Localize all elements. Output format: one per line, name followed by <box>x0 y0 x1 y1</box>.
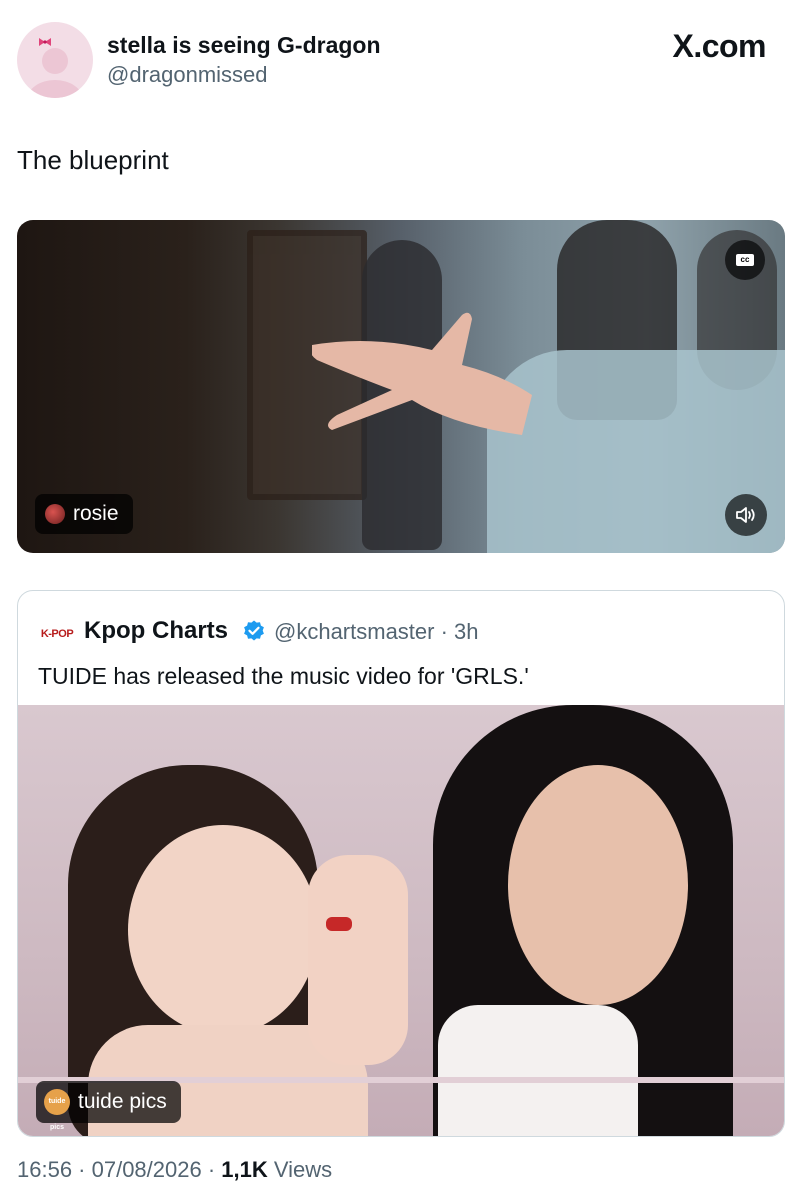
captions-button[interactable]: cc <box>725 240 765 280</box>
quoted-author-handle-time: @kchartsmaster · 3h <box>274 619 479 644</box>
quoted-tweet[interactable]: K-POP Kpop Charts @kchartsmaster · 3h TU… <box>17 590 785 1137</box>
tweet-metadata: 16:56 · 07/08/2026 · 1,1K Views <box>17 1157 332 1183</box>
quoted-author-name[interactable]: Kpop Charts <box>84 617 228 645</box>
image-scene-shape <box>326 917 352 931</box>
sound-toggle-button[interactable] <box>725 494 767 536</box>
quoted-tweet-text: TUIDE has released the music video for '… <box>38 663 529 689</box>
video-scene-hand <box>312 312 532 435</box>
views-count: 1,1K <box>221 1157 268 1182</box>
video-attribution-badge[interactable]: rosie <box>35 494 133 534</box>
author-handle[interactable]: @dragonmissed <box>107 62 268 88</box>
avatar-head <box>42 48 68 74</box>
tweet-header: stella is seeing G-dragon @dragonmissed … <box>0 0 802 120</box>
video-attribution-label: rosie <box>73 502 119 525</box>
image-attribution-label: tuide pics <box>78 1090 167 1113</box>
attribution-avatar <box>45 504 65 524</box>
x-logo: X.com <box>672 28 766 65</box>
image-attribution-badge[interactable]: tuide pics tuide pics <box>36 1081 181 1131</box>
avatar-body <box>27 80 83 98</box>
image-scene-shape <box>308 855 408 1065</box>
bow-icon <box>39 38 51 46</box>
image-scene-shape <box>128 825 318 1035</box>
tweet-timestamp[interactable]: 16:56 · 07/08/2026 · <box>17 1157 221 1182</box>
image-scene-shape <box>508 765 688 1005</box>
video-player[interactable]: cc rosie <box>17 220 785 553</box>
quoted-author-avatar[interactable]: K-POP <box>38 615 76 653</box>
image-scene-shape <box>438 1005 638 1136</box>
tweet-text: The blueprint <box>17 145 169 175</box>
author-avatar[interactable] <box>17 22 93 98</box>
logo-text: X.com <box>672 28 766 64</box>
quoted-tweet-image[interactable]: tuide pics tuide pics <box>18 705 784 1136</box>
verified-badge-icon <box>244 620 264 641</box>
attribution-avatar: tuide pics <box>44 1089 70 1131</box>
author-display-name[interactable]: stella is seeing G-dragon <box>107 32 381 59</box>
cc-icon: cc <box>736 254 754 266</box>
speaker-icon <box>736 507 755 523</box>
kpop-logo: K-POP <box>40 628 74 640</box>
views-label: Views <box>267 1157 333 1182</box>
